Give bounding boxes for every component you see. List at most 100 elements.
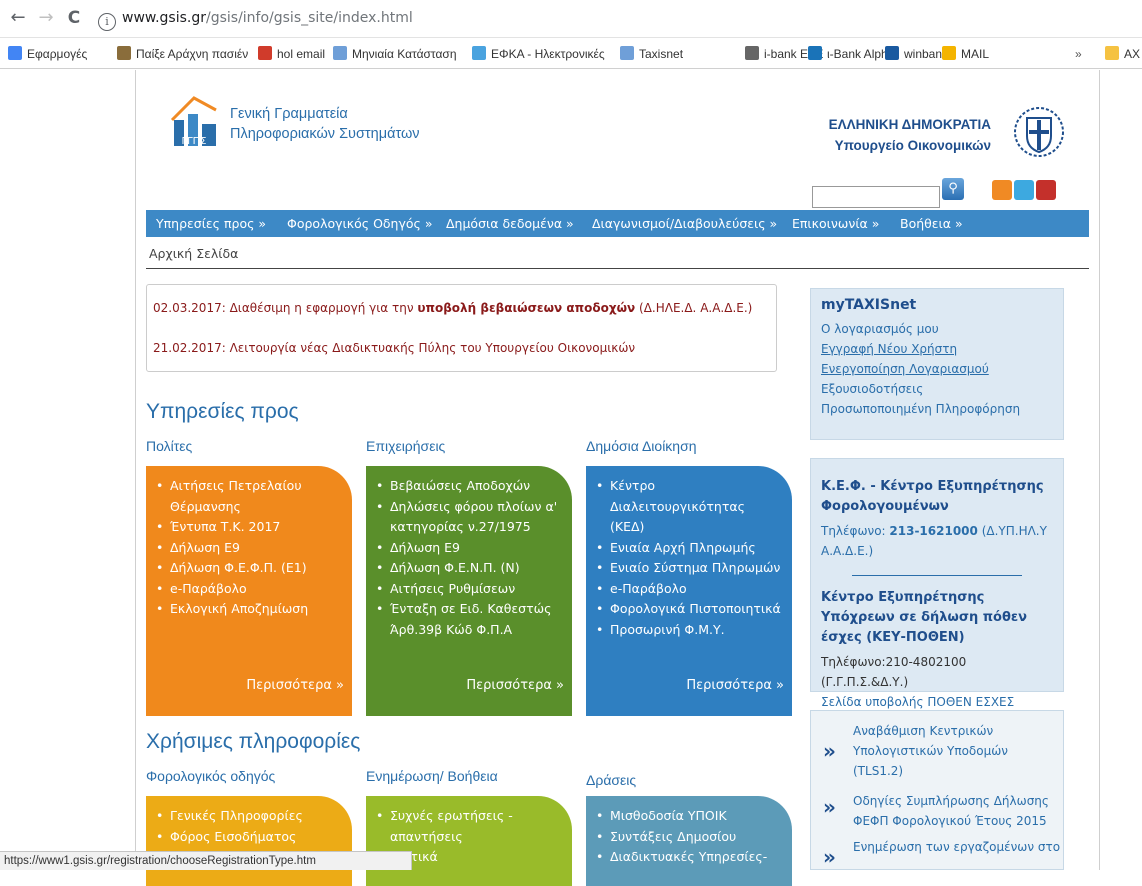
url-path: /gsis/info/gsis_site/index.html [205,10,413,26]
business-card: Βεβαιώσεις ΑποδοχώνΔηλώσεις φόρου πλοίων… [366,466,572,716]
double-chevron-icon: » [823,739,836,763]
list-item[interactable]: e-Παράβολο [156,579,342,600]
bookmark-efka[interactable]: ΕΦΚΑ - Ηλεκτρονικές [472,45,605,63]
rss-icon[interactable] [992,180,1012,200]
list-item[interactable]: Έντυπα Τ.Κ. 2017 [156,517,342,538]
greek-emblem-icon [1014,107,1064,157]
nav-help[interactable]: Βοήθεια » [900,210,963,237]
useful-title: Χρήσιμες πληροφορίες [146,730,361,753]
list-item[interactable]: Ενιαίο Σύστημα Πληρωμών [596,558,782,579]
list-item[interactable]: Εκλογική Αποζημίωση [156,599,342,620]
list-item[interactable]: Συχνές ερωτήσεις - απαντήσεις [376,806,562,847]
kef-poten-phone: Τηλέφωνο:210-4802100 (Γ.Γ.Π.Σ.&Δ.Υ.) [821,655,967,689]
news-item[interactable]: 21.02.2017: Λειτουργία νέας Διαδικτυακής… [153,341,635,355]
bookmark-solitaire[interactable]: Παίξε Αράχνη πασιέν [117,45,248,63]
poten-link[interactable]: Σελίδα υποβολής ΠΟΘΕΝ ΕΣΧΕΣ [821,692,1053,712]
taxisnet-icon [620,46,634,60]
search-button[interactable]: ⚲ [942,178,964,200]
bookmark-winbank[interactable]: winbank [885,45,948,63]
forward-button[interactable]: → [36,8,56,28]
nav-services[interactable]: Υπηρεσίες προς » [156,210,266,237]
announcement-item[interactable]: » Οδηγίες Συμπλήρωσης Δήλωσης ΦΕΦΠ Φορολο… [819,791,1055,837]
status-bar-url: https://www1.gsis.gr/registration/choose… [0,851,412,870]
info-help-card: Συχνές ερωτήσεις - απαντήσεις…στικά [366,796,572,886]
list-item[interactable]: Μισθοδοσία ΥΠΟΙΚ [596,806,782,827]
list-item[interactable]: Δήλωση Φ.Ε.Ν.Π. (Ν) [376,558,562,579]
list-item[interactable]: Φορολογικά Πιστοποιητικά [596,599,782,620]
list-item[interactable]: Γενικές Πληροφορίες [156,806,342,827]
search-icon: ⚲ [948,181,958,196]
gsis-title[interactable]: Γενική Γραμματεία Πληροφοριακών Συστημάτ… [230,104,420,144]
info-icon[interactable]: i [98,13,116,31]
col-heading-tax-guide[interactable]: Φορολογικός οδηγός [146,768,275,784]
list-item[interactable]: Συντάξεις Δημοσίου [596,827,782,848]
list-item[interactable]: Αιτήσεις Πετρελαίου Θέρμανσης [156,476,342,517]
bookmark-mail[interactable]: MAIL [942,45,989,63]
list-item[interactable]: Προσωρινή Φ.Μ.Υ. [596,620,782,641]
more-link[interactable]: Περισσότερα » [246,676,344,697]
citizens-card: Αιτήσεις Πετρελαίου ΘέρμανσηςΈντυπα Τ.Κ.… [146,466,352,716]
bookmark-hol-email[interactable]: hol email [258,45,325,63]
more-link[interactable]: Περισσότερα » [686,676,784,697]
bookmark-monthly-statement[interactable]: Μηνιαία Κατάσταση [333,45,457,63]
col-heading-business[interactable]: Επιχειρήσεις [366,438,445,454]
list-item[interactable]: Κέντρο Διαλειτουργικότητας (ΚΕΔ) [596,476,782,538]
gsis-logo-icon[interactable]: ΓΓΠΣ [164,90,224,150]
list-item[interactable]: Δήλωση Ε9 [156,538,342,559]
bookmark-taxisnet[interactable]: Taxisnet [620,45,683,63]
nav-tax-guide[interactable]: Φορολογικός Οδηγός » [287,210,432,237]
list-item[interactable]: Δηλώσεις φόρου πλοίων α' κατηγορίας ν.27… [376,497,562,538]
list-item[interactable]: Αιτήσεις Ρυθμίσεων [376,579,562,600]
gsis-page: ΓΓΠΣ Γενική Γραμματεία Πληροφοριακών Συσ… [135,70,1100,886]
list-item[interactable]: Ενιαία Αρχή Πληρωμής [596,538,782,559]
list-item[interactable]: Δήλωση Ε9 [376,538,562,559]
col-heading-info-help[interactable]: Ενημέρωση/ Βοήθεια [366,768,498,784]
col-heading-public-admin[interactable]: Δημόσια Διοίκηση [586,438,697,454]
nav-public-data[interactable]: Δημόσια δεδομένα » [446,210,574,237]
bookmark-ibank-alpha[interactable]: ι-Bank Alpha [808,45,894,63]
address-bar[interactable]: i www.gsis.gr/gsis/info/gsis_site/index.h… [98,6,1138,31]
news-item[interactable]: 02.03.2017: Διαθέσιμη η εφαρμογή για την… [153,301,752,315]
list-item[interactable]: Ένταξη σε Ειδ. Καθεστώς Άρθ.39β Κώδ Φ.Π.… [376,599,562,640]
link-my-account[interactable]: Ο λογαριασμός μου [821,319,1053,339]
logo-line2: Πληροφοριακών Συστημάτων [230,126,420,142]
youtube-icon[interactable] [1036,180,1056,200]
bookmark-overflow[interactable]: ΑΧ [1105,45,1140,63]
list-item[interactable]: Διαδικτυακές Υπηρεσίες- [596,847,782,868]
mytaxisnet-title[interactable]: myTAXISnet [821,297,1053,313]
back-button[interactable]: ← [8,8,28,28]
reload-button[interactable]: C [64,8,84,28]
nav-contact[interactable]: Επικοινωνία » [792,210,879,237]
search-input[interactable] [812,186,940,208]
kef-title[interactable]: Κ.Ε.Φ. - Κέντρο Εξυπηρέτησης Φορολογουμέ… [821,477,1053,517]
bookmark-apps[interactable]: Εφαρμογές [8,45,87,63]
link-authorizations[interactable]: Εξουσιοδοτήσεις [821,379,1053,399]
list-item[interactable]: Φόρος Εισοδήματος [156,827,342,848]
public-admin-card: Κέντρο Διαλειτουργικότητας (ΚΕΔ)Ενιαία Α… [586,466,792,716]
actions-card: Μισθοδοσία ΥΠΟΙΚΣυντάξεις ΔημοσίουΔιαδικ… [586,796,792,886]
link-activate[interactable]: Ενεργοποίηση Λογαριασμού [821,359,1053,379]
public-admin-list: Κέντρο Διαλειτουργικότητας (ΚΕΔ)Ενιαία Α… [596,476,782,640]
list-item[interactable]: e-Παράβολο [596,579,782,600]
services-title: Υπηρεσίες προς [146,400,299,423]
announcement-item[interactable]: » Αναβάθμιση Κεντρικών Υπολογιστικών Υποδ… [819,721,1055,779]
list-item[interactable]: Δήλωση Φ.Ε.Φ.Π. (Ε1) [156,558,342,579]
news-box: 02.03.2017: Διαθέσιμη η εφαρμογή για την… [146,284,777,372]
link-register[interactable]: Εγγραφή Νέου Χρήστη [821,339,1053,359]
col-heading-actions[interactable]: Δράσεις [586,772,636,788]
more-link[interactable]: Περισσότερα » [466,676,564,697]
breadcrumb[interactable]: Αρχική Σελίδα [146,242,1089,269]
nav-tenders[interactable]: Διαγωνισμοί/Διαβουλεύσεις » [592,210,777,237]
ibank-ete-icon [745,46,759,60]
kef-poten-title[interactable]: Κέντρο Εξυπηρέτησης Υπόχρεων σε δήλωση π… [821,588,1053,648]
announcement-item[interactable]: » Ενημέρωση των εργαζομένων στο [819,837,1060,869]
more-bookmarks-button[interactable]: » [1075,45,1082,63]
monthly-statement-icon [333,46,347,60]
mytaxisnet-box: myTAXISnet Ο λογαριασμός μου Εγγραφή Νέο… [810,288,1064,440]
hol-email-icon [258,46,272,60]
col-heading-citizens[interactable]: Πολίτες [146,438,192,454]
ibank-alpha-icon [808,46,822,60]
list-item[interactable]: Βεβαιώσεις Αποδοχών [376,476,562,497]
twitter-icon[interactable] [1014,180,1034,200]
link-personalized-info[interactable]: Προσωποποιημένη Πληροφόρηση [821,399,1053,419]
